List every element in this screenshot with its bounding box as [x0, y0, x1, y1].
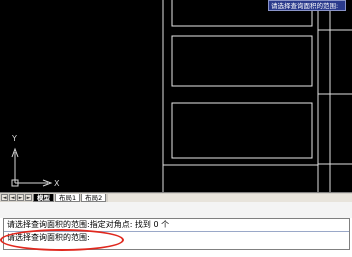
command-prompt-line[interactable]: 请选择查询面积的范围:	[4, 232, 349, 244]
horizontal-scrollbar[interactable]	[108, 193, 352, 202]
command-history-line: 请选择查询面积的范围:指定对角点: 找到 0 个	[4, 219, 349, 232]
tab-model[interactable]: 模型	[33, 193, 54, 202]
layout-tab-bar: ◄ ◄ ► ► 模型 布局1 布局2	[0, 192, 352, 202]
drawing-geometry	[11, 0, 352, 192]
command-window[interactable]: 请选择查询面积的范围:指定对角点: 找到 0 个 请选择查询面积的范围:	[3, 218, 350, 250]
panel-gap	[0, 202, 352, 218]
command-tooltip: 请选择查询面积的范围:	[268, 0, 346, 11]
room-rect-bottom	[171, 102, 313, 159]
next-tab-button[interactable]: ►	[17, 194, 24, 201]
ucs-y-label: Y	[12, 134, 17, 143]
ucs-x-label: X	[54, 179, 60, 188]
first-tab-button[interactable]: ◄	[1, 194, 8, 201]
tab-layout1[interactable]: 布局1	[55, 193, 81, 202]
prev-tab-button[interactable]: ◄	[9, 194, 16, 201]
room-rect-middle	[171, 35, 313, 87]
ucs-icon	[11, 147, 53, 187]
tab-layout2[interactable]: 布局2	[81, 193, 107, 202]
drawing-canvas[interactable]: 请选择查询面积的范围: Y X	[0, 0, 352, 192]
last-tab-button[interactable]: ►	[25, 194, 32, 201]
